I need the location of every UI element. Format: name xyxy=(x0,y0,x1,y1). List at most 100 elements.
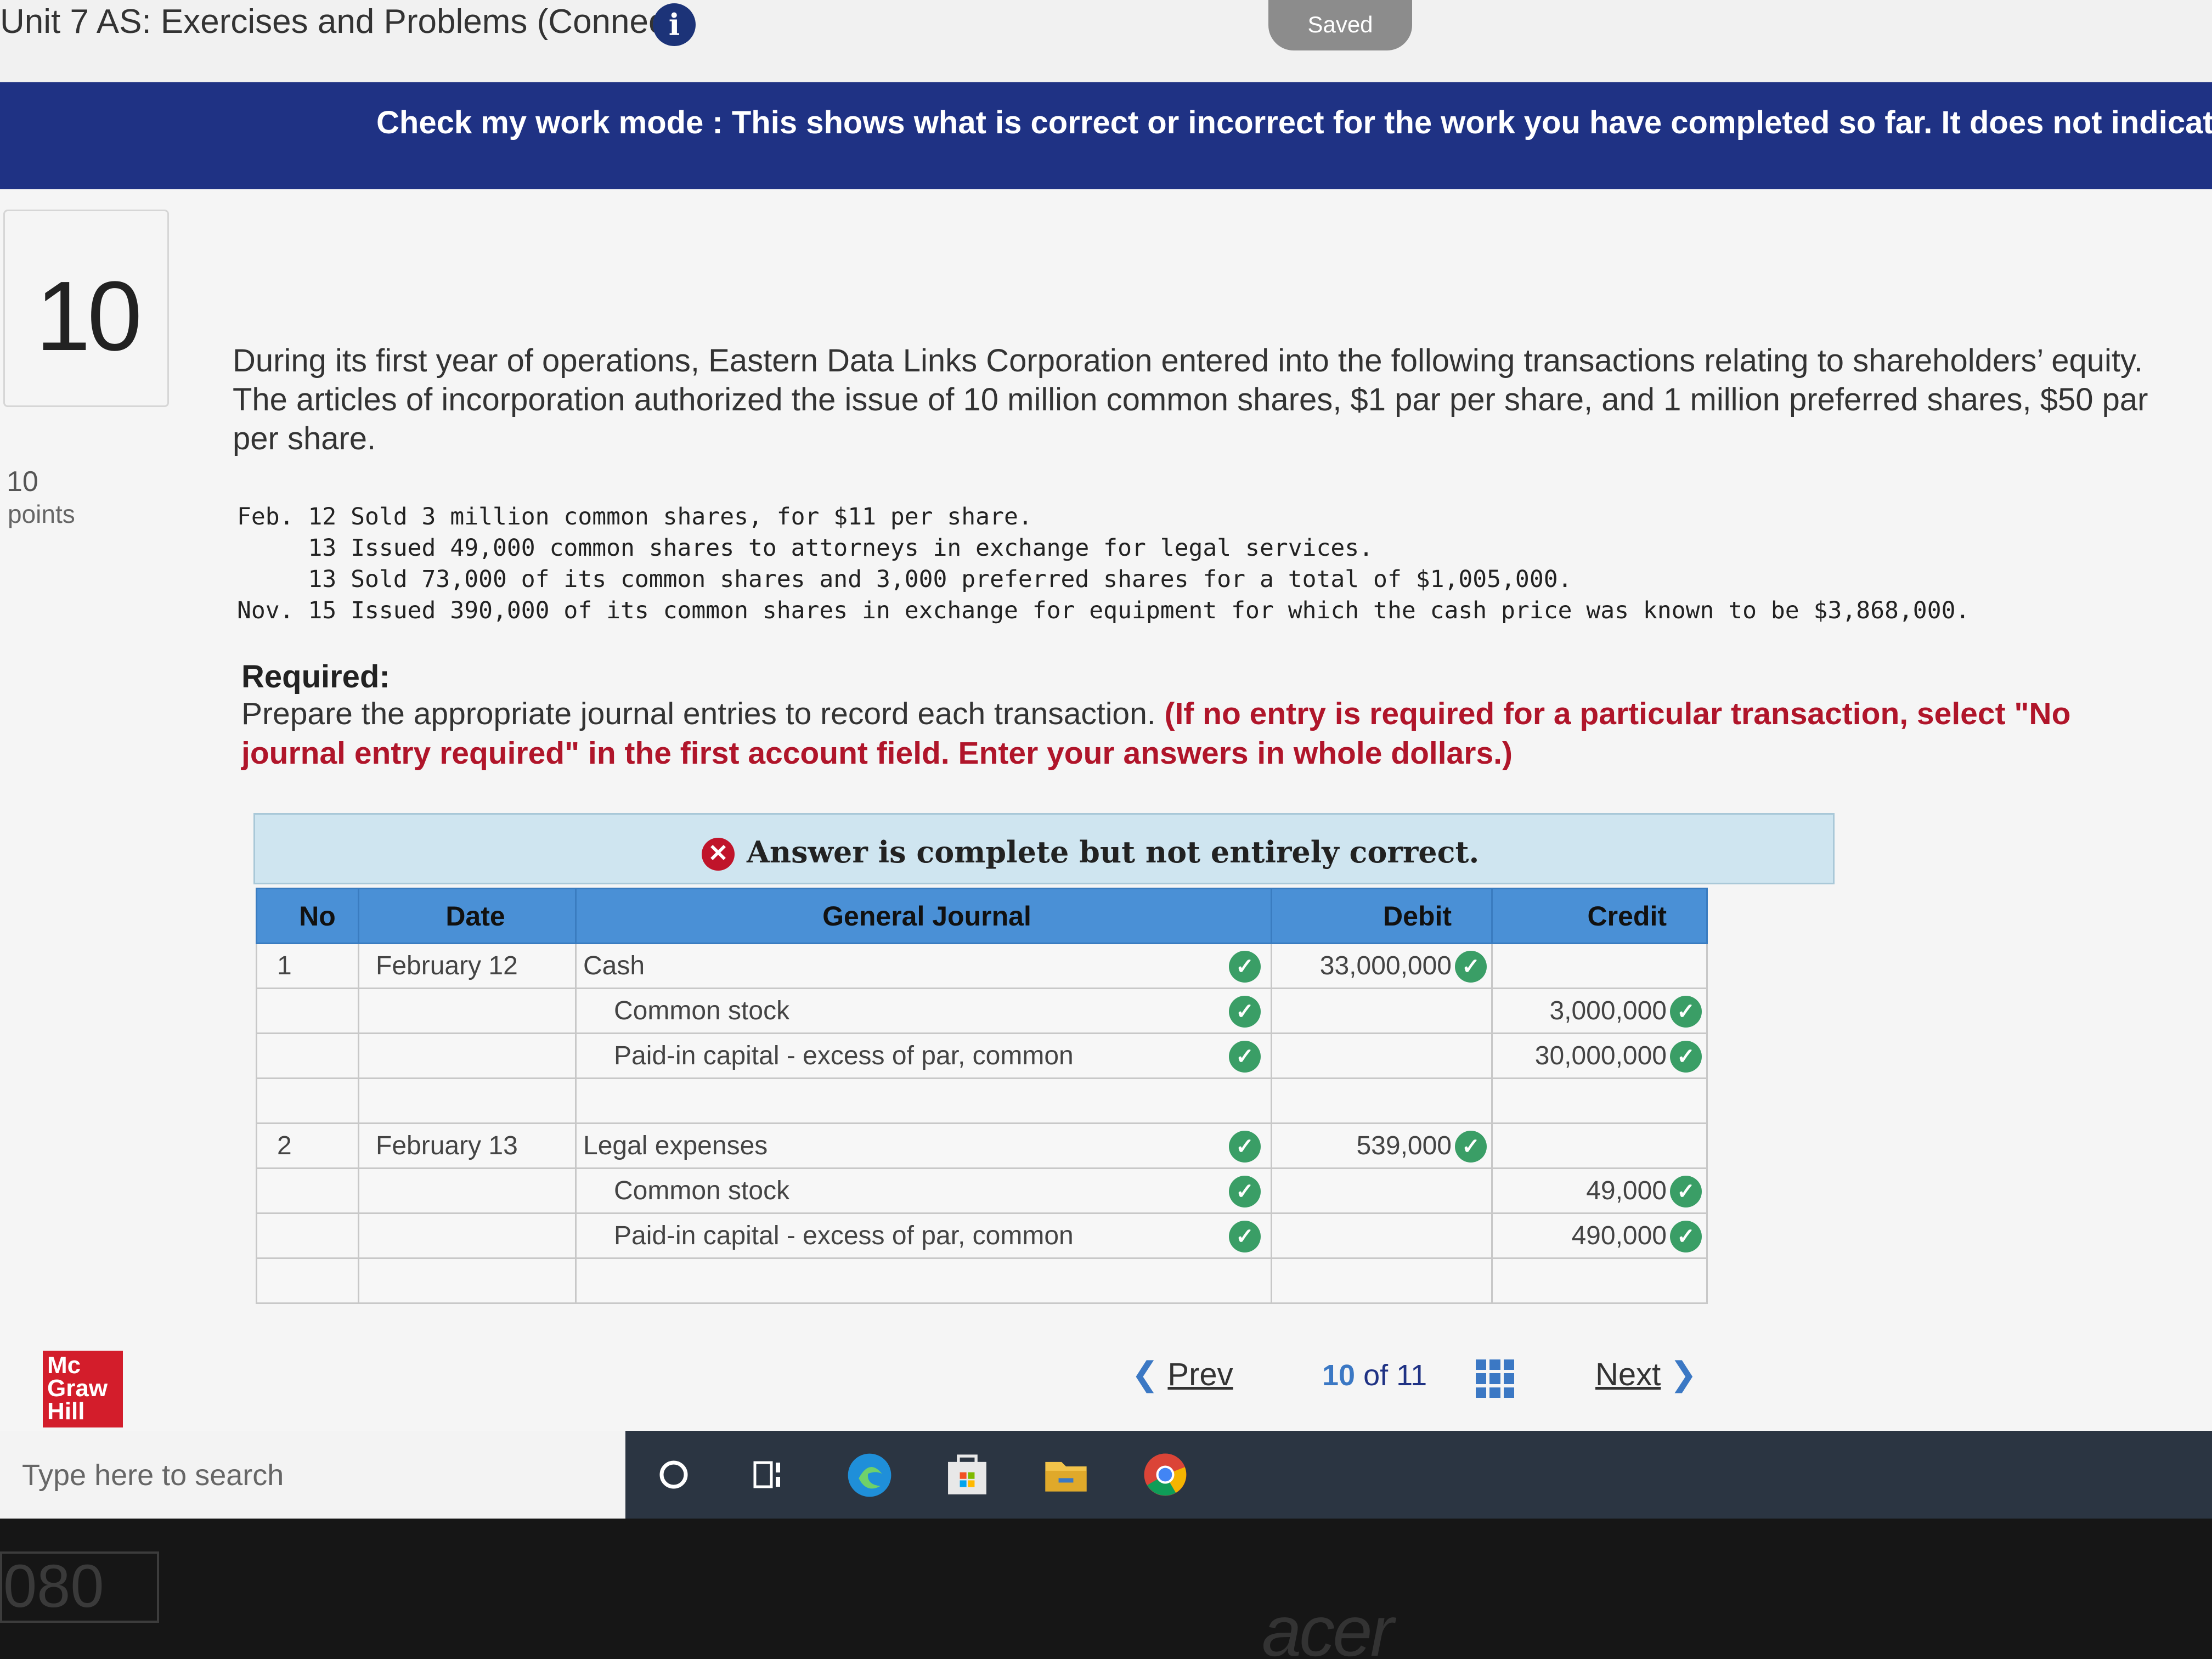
saved-status-badge: Saved xyxy=(1268,0,1412,50)
required-text: Prepare the appropriate journal entries … xyxy=(241,696,1165,731)
entry-no: 2 xyxy=(256,1122,359,1169)
total-pages: 11 xyxy=(1396,1359,1427,1392)
check-icon: ✓ xyxy=(1455,1131,1487,1163)
entry-no xyxy=(256,1257,359,1304)
credit-cell[interactable]: 49,000 ✓ xyxy=(1491,1167,1708,1214)
transaction-list: Feb. 12 Sold 3 million common shares, fo… xyxy=(237,501,1970,627)
info-icon[interactable]: i xyxy=(653,3,696,46)
credit-cell[interactable] xyxy=(1491,1122,1708,1169)
table-row: Paid-in capital - excess of par, common ✓… xyxy=(256,1032,1708,1079)
credit-amount: 49,000 xyxy=(1586,1176,1667,1205)
entry-no: 1 xyxy=(256,943,359,989)
points-label: points xyxy=(8,500,75,528)
credit-amount: 30,000,000 xyxy=(1534,1041,1667,1070)
journal-header-row: No Date General Journal Debit Credit xyxy=(256,888,1708,944)
table-row: 1 February 12 Cash ✓ 33,000,000 ✓ xyxy=(256,943,1708,989)
debit-cell[interactable]: 539,000 ✓ xyxy=(1271,1122,1493,1169)
grid-icon[interactable] xyxy=(1476,1359,1514,1398)
mcgraw-hill-logo: Mc Graw Hill xyxy=(43,1351,123,1427)
account-name: Legal expenses xyxy=(583,1131,768,1160)
check-icon: ✓ xyxy=(1229,1131,1261,1163)
check-my-work-banner: Check my work mode : This shows what is … xyxy=(0,82,2212,189)
required-instructions: Prepare the appropriate journal entries … xyxy=(241,694,2140,773)
question-number: 10 xyxy=(36,261,142,371)
transaction-line: 13 Sold 73,000 of its common shares and … xyxy=(237,566,1572,593)
transaction-line: 13 Issued 49,000 common shares to attorn… xyxy=(237,534,1374,562)
next-button[interactable]: Next ❯ xyxy=(1595,1355,1697,1393)
header-debit: Debit xyxy=(1271,888,1493,944)
check-icon: ✓ xyxy=(1670,996,1702,1028)
journal-table: No Date General Journal Debit Credit 1 F… xyxy=(256,888,1708,1304)
question-intro: During its first year of operations, Eas… xyxy=(233,343,2148,456)
debit-amount: 33,000,000 xyxy=(1319,951,1452,980)
date-cell[interactable] xyxy=(358,1032,577,1079)
logo-line: Hill xyxy=(47,1398,85,1425)
date-cell[interactable]: February 12 xyxy=(358,943,577,989)
file-explorer-icon[interactable] xyxy=(1042,1452,1090,1499)
entry-no xyxy=(256,1212,359,1259)
header-credit: Credit xyxy=(1491,888,1708,944)
account-name: Paid-in capital - excess of par, common xyxy=(614,1041,1074,1070)
date-cell[interactable]: February 13 xyxy=(358,1122,577,1169)
account-name: Common stock xyxy=(614,996,790,1025)
store-icon[interactable] xyxy=(944,1452,991,1499)
check-icon: ✓ xyxy=(1229,951,1261,983)
entry-no xyxy=(256,1077,359,1124)
debit-amount: 539,000 xyxy=(1356,1131,1452,1160)
debit-cell[interactable] xyxy=(1271,1212,1493,1259)
debit-cell[interactable] xyxy=(1271,1032,1493,1079)
table-row: Common stock ✓ 49,000 ✓ xyxy=(256,1167,1708,1214)
account-cell[interactable]: Paid-in capital - excess of par, common ✓ xyxy=(575,1032,1272,1079)
chrome-icon[interactable] xyxy=(1141,1451,1189,1499)
points-value: 10 xyxy=(7,466,38,498)
bezel-sticker: 080 xyxy=(0,1551,159,1623)
credit-cell[interactable] xyxy=(1491,943,1708,989)
date-cell[interactable] xyxy=(358,988,577,1034)
of-label: of xyxy=(1363,1359,1389,1392)
account-cell[interactable]: Common stock ✓ xyxy=(575,1167,1272,1214)
table-row: Paid-in capital - excess of par, common ✓… xyxy=(256,1212,1708,1259)
credit-amount: 490,000 xyxy=(1571,1221,1667,1250)
credit-amount: 3,000,000 xyxy=(1549,996,1667,1025)
credit-cell[interactable] xyxy=(1491,1257,1708,1304)
debit-cell[interactable] xyxy=(1271,988,1493,1034)
answer-status-text: Answer is complete but not entirely corr… xyxy=(747,834,1480,870)
account-cell[interactable] xyxy=(575,1257,1272,1304)
credit-cell[interactable] xyxy=(1491,1077,1708,1124)
transaction-line: Feb. 12 Sold 3 million common shares, fo… xyxy=(237,503,1032,531)
chevron-right-icon: ❯ xyxy=(1669,1356,1697,1392)
current-page: 10 xyxy=(1322,1359,1356,1392)
check-icon: ✓ xyxy=(1229,1041,1261,1073)
debit-cell[interactable] xyxy=(1271,1257,1493,1304)
debit-cell[interactable]: 33,000,000 ✓ xyxy=(1271,943,1493,989)
task-view-icon[interactable] xyxy=(752,1457,787,1492)
date-cell[interactable] xyxy=(358,1077,577,1124)
credit-cell[interactable]: 3,000,000 ✓ xyxy=(1491,988,1708,1034)
edge-browser-icon[interactable] xyxy=(845,1451,894,1500)
entry-no xyxy=(256,1167,359,1214)
debit-cell[interactable] xyxy=(1271,1077,1493,1124)
banner-message: Check my work mode : This shows what is … xyxy=(376,105,2212,140)
account-cell[interactable]: Paid-in capital - excess of par, common ✓ xyxy=(575,1212,1272,1259)
credit-cell[interactable]: 490,000 ✓ xyxy=(1491,1212,1708,1259)
taskbar-search-input[interactable]: Type here to search xyxy=(0,1431,625,1519)
header-general-journal: General Journal xyxy=(575,888,1272,944)
required-heading: Required: xyxy=(241,659,390,695)
debit-cell[interactable] xyxy=(1271,1167,1493,1214)
logo-line: Graw xyxy=(47,1375,108,1402)
account-cell[interactable]: Cash ✓ xyxy=(575,943,1272,989)
cortana-icon[interactable] xyxy=(656,1457,691,1492)
date-cell[interactable] xyxy=(358,1167,577,1214)
account-cell[interactable]: Common stock ✓ xyxy=(575,988,1272,1034)
account-cell[interactable] xyxy=(575,1077,1272,1124)
table-row: Common stock ✓ 3,000,000 ✓ xyxy=(256,988,1708,1034)
transaction-line: Nov. 15 Issued 390,000 of its common sha… xyxy=(237,597,1970,624)
question-number-box: 10 xyxy=(3,210,169,407)
check-icon: ✓ xyxy=(1455,951,1487,983)
account-cell[interactable]: Legal expenses ✓ xyxy=(575,1122,1272,1169)
date-cell[interactable] xyxy=(358,1212,577,1259)
prev-button[interactable]: ❮ Prev xyxy=(1131,1355,1233,1393)
credit-cell[interactable]: 30,000,000 ✓ xyxy=(1491,1032,1708,1079)
date-cell[interactable] xyxy=(358,1257,577,1304)
search-placeholder: Type here to search xyxy=(22,1459,284,1492)
